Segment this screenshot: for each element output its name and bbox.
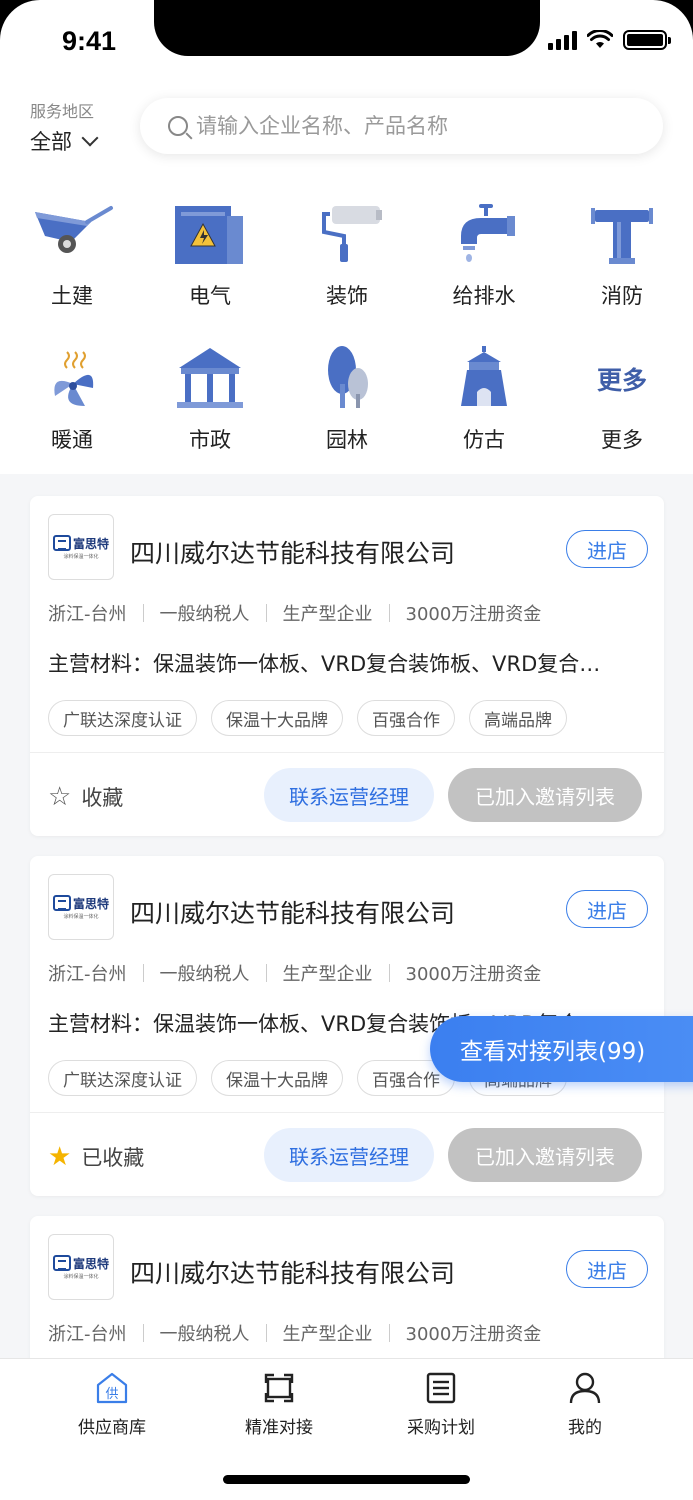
category-xiaofang[interactable]: 消防 (567, 200, 677, 310)
category-label: 仿古 (463, 428, 505, 452)
tab-label: 我的 (568, 1418, 602, 1438)
category-geipaishui[interactable]: 给排水 (429, 200, 539, 310)
search-bar[interactable] (140, 98, 663, 154)
status-time: 9:41 (62, 26, 117, 56)
divider (30, 1112, 664, 1113)
company-logo: 富思特 涂料保温一体化 (48, 1234, 114, 1300)
company-meta: 浙江-台州 一般纳税人 生产型企业 3000万注册资金 (48, 964, 542, 985)
tab-purchase-plan[interactable]: 采购计划 (381, 1371, 501, 1438)
tab-label: 采购计划 (407, 1418, 475, 1438)
company-name: 四川威尔达节能科技有限公司 (130, 539, 456, 568)
category-grid: 土建 电气 装饰 给排水 消防 暖通 市政 园林 仿古 更多 更多 (0, 178, 693, 474)
battery-icon (623, 30, 671, 50)
category-zhuangshi[interactable]: 装饰 (292, 200, 402, 310)
category-label: 暖通 (51, 428, 93, 452)
category-label: 装饰 (326, 284, 368, 308)
search-icon (168, 116, 188, 136)
category-label: 市政 (189, 428, 231, 452)
pavilion-icon (167, 344, 253, 414)
company-meta: 浙江-台州 一般纳税人 生产型企业 3000万注册资金 (48, 604, 542, 625)
invited-button[interactable]: 已加入邀请列表 (448, 768, 642, 822)
company-meta: 浙江-台州 一般纳税人 生产型企业 3000万注册资金 (48, 1324, 542, 1345)
category-label: 电气 (189, 284, 231, 308)
company-logo: 富思特 涂料保温一体化 (48, 514, 114, 580)
search-input[interactable] (196, 114, 636, 138)
tag: 保温十大品牌 (211, 1060, 343, 1096)
list-icon (424, 1371, 458, 1405)
supplier-icon: 供 (95, 1371, 129, 1405)
chevron-down-icon (81, 129, 99, 147)
system-icons (548, 30, 671, 50)
main-materials: 主营材料：保温装饰一体板、VRD复合装饰板、VRD复合… (48, 652, 601, 676)
faucet-icon (441, 200, 527, 270)
wheelbarrow-icon (29, 200, 115, 270)
app-screen: 9:41 服务地区 全部 请输入企业名称、产品名称 土建 电气 装饰 给排水 消… (0, 0, 693, 1500)
category-label: 消防 (601, 284, 643, 308)
tab-label: 供应商库 (78, 1418, 146, 1438)
fan-icon (29, 344, 115, 414)
favorite-button[interactable]: ☆ 收藏 (48, 782, 123, 812)
enter-store-button[interactable]: 进店 (566, 890, 648, 928)
divider (30, 752, 664, 753)
tab-supplier-library[interactable]: 供 供应商库 (52, 1371, 172, 1438)
region-selector[interactable]: 全部 (30, 126, 99, 156)
favorite-label: 收藏 (81, 786, 124, 810)
favorite-button[interactable]: ★ 已收藏 (48, 1142, 144, 1172)
contact-manager-button[interactable]: 联系运营经理 (264, 768, 434, 822)
tag: 百强合作 (357, 700, 455, 736)
tag: 广联达深度认证 (48, 1060, 197, 1096)
notch (154, 0, 540, 56)
tab-mine[interactable]: 我的 (525, 1371, 645, 1438)
category-shizheng[interactable]: 市政 (155, 344, 265, 454)
ancient-gate-icon (441, 344, 527, 414)
tag: 保温十大品牌 (211, 700, 343, 736)
enter-store-button[interactable]: 进店 (566, 530, 648, 568)
category-dianqi[interactable]: 电气 (155, 200, 265, 310)
home-indicator (223, 1475, 470, 1484)
wifi-icon (587, 30, 613, 48)
company-name: 四川威尔达节能科技有限公司 (130, 1259, 456, 1288)
supplier-card: 富思特 涂料保温一体化 四川威尔达节能科技有限公司 进店 浙江-台州 一般纳税人… (30, 496, 664, 836)
category-nuantong[interactable]: 暖通 (17, 344, 127, 454)
electric-box-icon (167, 200, 253, 270)
signal-icon (548, 30, 577, 50)
more-icon-text: 更多 (596, 366, 647, 395)
category-tujian[interactable]: 土建 (17, 200, 127, 310)
enter-store-button[interactable]: 进店 (566, 1250, 648, 1288)
company-logo: 富思特 涂料保温一体化 (48, 874, 114, 940)
user-icon (568, 1371, 602, 1405)
svg-text:供: 供 (105, 1387, 118, 1402)
paint-roller-icon (304, 200, 390, 270)
fire-hydrant-pipe-icon (579, 200, 665, 270)
more-text-icon: 更多 (579, 344, 665, 414)
category-label: 更多 (601, 428, 643, 452)
trees-icon (304, 344, 390, 414)
match-icon (262, 1371, 296, 1405)
category-label: 园林 (326, 428, 368, 452)
invited-button[interactable]: 已加入邀请列表 (448, 1128, 642, 1182)
status-bar: 9:41 (0, 0, 693, 84)
tag: 高端品牌 (469, 700, 567, 736)
category-more[interactable]: 更多 更多 (567, 344, 677, 454)
category-label: 土建 (51, 284, 93, 308)
category-yuanlin[interactable]: 园林 (292, 344, 402, 454)
region-label: 服务地区 (30, 102, 95, 121)
tag-list: 广联达深度认证 保温十大品牌 百强合作 高端品牌 (48, 700, 567, 736)
category-label: 给排水 (452, 284, 516, 308)
header: 服务地区 全部 (0, 84, 693, 178)
favorite-label: 已收藏 (81, 1146, 145, 1170)
company-name: 四川威尔达节能科技有限公司 (130, 899, 456, 928)
region-value: 全部 (30, 130, 72, 154)
tab-label: 精准对接 (245, 1418, 313, 1438)
tab-precise-match[interactable]: 精准对接 (219, 1371, 339, 1438)
view-match-list-button[interactable]: 查看对接列表(99) (430, 1016, 693, 1082)
tag: 广联达深度认证 (48, 700, 197, 736)
contact-manager-button[interactable]: 联系运营经理 (264, 1128, 434, 1182)
category-fanggu[interactable]: 仿古 (429, 344, 539, 454)
star-outline-icon: ☆ (48, 782, 72, 812)
star-filled-icon: ★ (48, 1142, 72, 1172)
